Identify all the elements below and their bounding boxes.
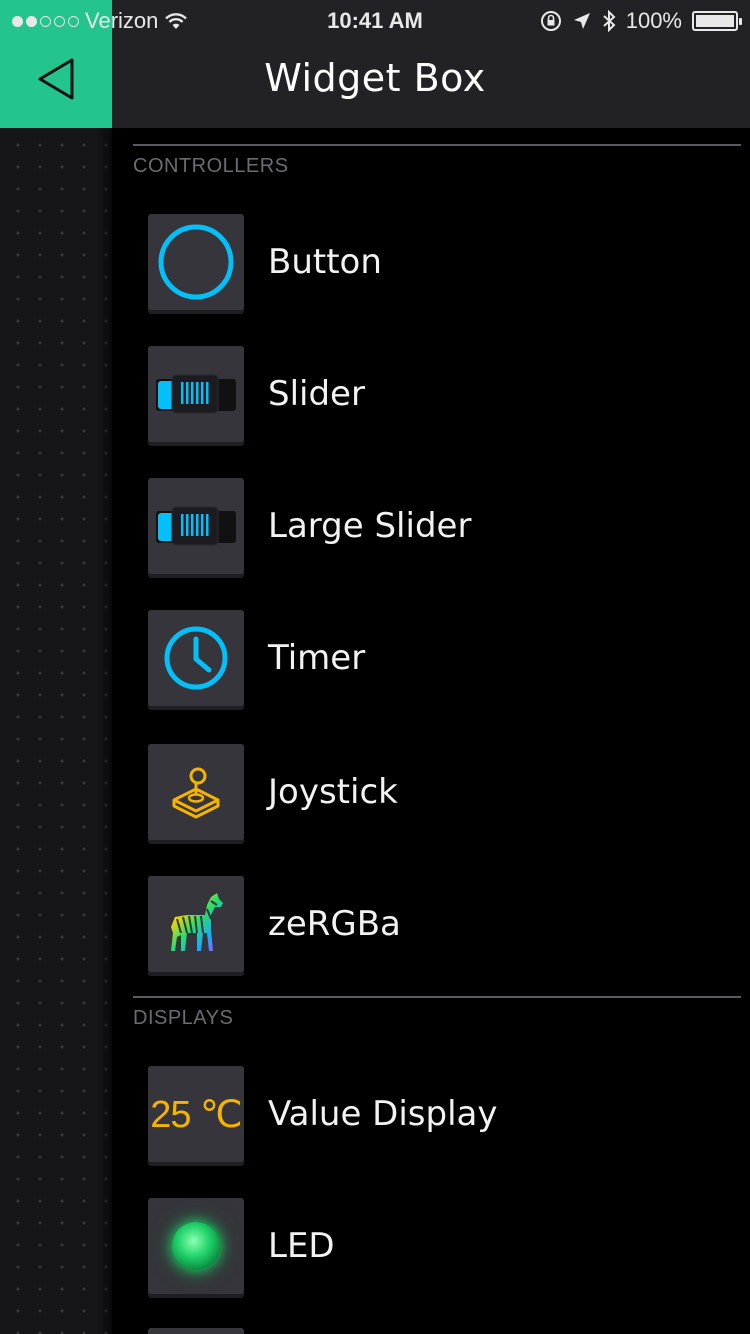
zebra-icon	[171, 893, 223, 951]
slider-icon	[156, 374, 236, 414]
widget-label: Button	[268, 242, 382, 282]
widget-label: Value Display	[268, 1094, 498, 1134]
widget-tile	[148, 876, 244, 972]
widget-tile	[148, 214, 244, 310]
widget-item-large-slider[interactable]: Large Slider	[148, 478, 718, 574]
status-bar: Verizon 10:41 AM 100%	[0, 0, 750, 40]
button-circle-icon	[158, 224, 234, 300]
widget-tile	[148, 346, 244, 442]
value-display-icon: 25 ℃	[150, 1093, 243, 1136]
widget-tile	[148, 1198, 244, 1294]
widget-item-button[interactable]: Button	[148, 214, 718, 310]
widget-tile-partial[interactable]	[148, 1328, 244, 1334]
widget-tile: 25 ℃	[148, 1066, 244, 1162]
widget-tile	[148, 744, 244, 840]
widget-label: Slider	[268, 374, 365, 414]
widget-item-zergba[interactable]: zeRGBa	[148, 876, 718, 972]
widget-item-timer[interactable]: Timer	[148, 610, 718, 706]
widget-item-slider[interactable]: Slider	[148, 346, 718, 442]
bluetooth-icon	[603, 10, 616, 32]
widget-tile	[148, 478, 244, 574]
widget-tile	[148, 610, 244, 706]
led-icon	[172, 1222, 220, 1270]
section-divider	[133, 996, 741, 998]
section-label-displays: DISPLAYS	[133, 1007, 234, 1029]
widget-label: Joystick	[268, 772, 398, 812]
widget-label: Timer	[268, 638, 366, 678]
widget-label: Large Slider	[268, 506, 472, 546]
project-canvas	[0, 128, 112, 1334]
widget-item-value-display[interactable]: 25 ℃ Value Display	[148, 1066, 718, 1162]
large-slider-icon	[156, 506, 236, 546]
section-divider	[133, 144, 741, 146]
widget-item-joystick[interactable]: Joystick	[148, 744, 718, 840]
rotation-lock-icon	[540, 11, 561, 31]
page-title: Widget Box	[264, 56, 486, 100]
battery-percent: 100%	[625, 8, 682, 33]
section-label-controllers: CONTROLLERS	[133, 155, 289, 177]
widget-box-panel[interactable]: CONTROLLERS Button Slider Large Slider T…	[112, 128, 750, 1334]
widget-label: LED	[268, 1226, 335, 1266]
widget-item-led[interactable]: LED	[148, 1198, 718, 1294]
battery-icon	[692, 11, 742, 31]
widget-label: zeRGBa	[268, 904, 401, 944]
joystick-icon	[172, 767, 220, 819]
back-triangle-icon	[38, 58, 74, 100]
clock-icon	[164, 626, 228, 690]
location-arrow-icon	[573, 13, 590, 29]
